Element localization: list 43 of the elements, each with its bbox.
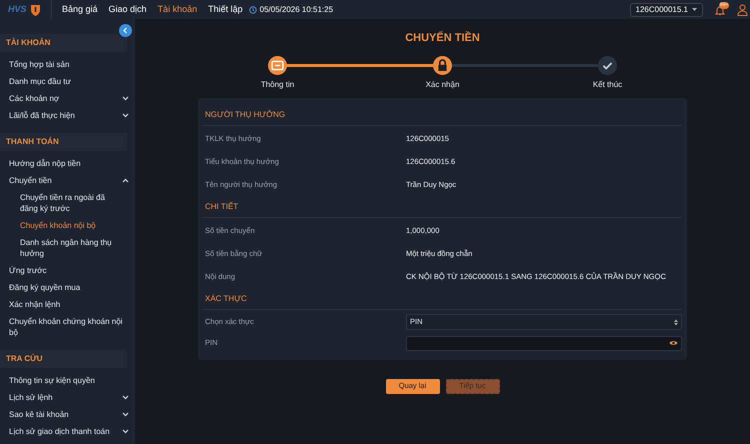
shield-logo-icon bbox=[30, 4, 41, 16]
section-title: NGƯỜI THỤ HƯỞNG bbox=[203, 104, 682, 126]
bell-icon[interactable] bbox=[715, 4, 725, 16]
sidebar-item[interactable]: Xác nhận lệnh bbox=[0, 296, 135, 313]
account-dropdown[interactable]: 126C000015.1 bbox=[630, 2, 703, 16]
logo-text: HVS bbox=[8, 2, 27, 16]
page-title: CHUYỂN TIỀN bbox=[405, 30, 480, 46]
nav-tab[interactable]: Tài khoản bbox=[158, 2, 198, 16]
sidebar-item[interactable]: Sao kê tài khoản bbox=[0, 406, 135, 423]
section-title: CHI TIẾT bbox=[203, 196, 682, 218]
collapse-sidebar-button[interactable] bbox=[119, 24, 132, 37]
sidebar-subitem[interactable]: Danh sách ngân hàng thụ hưởng bbox=[0, 234, 135, 262]
eye-icon[interactable] bbox=[669, 340, 678, 346]
sidebar-item[interactable]: Thông tin sự kiện quyền bbox=[0, 372, 135, 389]
sidebar-item[interactable]: Chuyển khoản chứng khoán nội bộ bbox=[0, 313, 135, 341]
sidebar-subitem[interactable]: Chuyển tiền ra ngoài đã đăng ký trước bbox=[0, 189, 135, 217]
nav-tab[interactable]: Thiết lập bbox=[208, 2, 243, 16]
section-header: TÀI KHOẢN bbox=[0, 34, 127, 52]
clock-icon bbox=[248, 6, 257, 14]
sidebar-item[interactable]: Lịch sử giao dịch thanh toán bbox=[0, 423, 135, 440]
sidebar-item[interactable]: Danh mục đầu tư bbox=[0, 73, 135, 90]
nav-tab[interactable]: Giao dịch bbox=[108, 2, 147, 16]
sort-arrows-icon bbox=[674, 318, 678, 326]
datetime-text: 05/05/2026 10:51:25 bbox=[260, 4, 334, 16]
sidebar-item[interactable]: Lịch sử lệnh bbox=[0, 389, 135, 406]
step-label: Thông tin bbox=[260, 78, 294, 90]
sidebar-item[interactable]: Hướng dẫn nộp tiền bbox=[0, 155, 135, 172]
sidebar-item[interactable]: Ứng trước bbox=[0, 262, 135, 279]
step-label: Kết thúc bbox=[592, 78, 622, 90]
section-header: THANH TOÁN bbox=[0, 133, 127, 151]
sidebar-subitem[interactable]: Chuyển khoản nội bộ bbox=[0, 217, 135, 234]
sidebar-item[interactable]: Các khoản nợ bbox=[0, 90, 135, 107]
user-icon[interactable] bbox=[737, 4, 748, 16]
section-header: TRA CỨU bbox=[0, 350, 127, 368]
sidebar-item[interactable]: Đăng ký quyền mua bbox=[0, 279, 135, 296]
sidebar-item[interactable]: Chuyển tiền bbox=[0, 172, 135, 189]
pin-field[interactable] bbox=[406, 336, 682, 350]
sidebar-item[interactable]: Tổng hợp tài sản bbox=[0, 56, 135, 73]
step-label: Xác nhận bbox=[426, 78, 460, 90]
nav-tab[interactable]: Bảng giá bbox=[62, 2, 98, 16]
section-title: XÁC THỰC bbox=[203, 288, 682, 310]
caret-icon bbox=[692, 8, 697, 11]
sidebar-item[interactable]: Lãi/lỗ đã thực hiện bbox=[0, 107, 135, 124]
